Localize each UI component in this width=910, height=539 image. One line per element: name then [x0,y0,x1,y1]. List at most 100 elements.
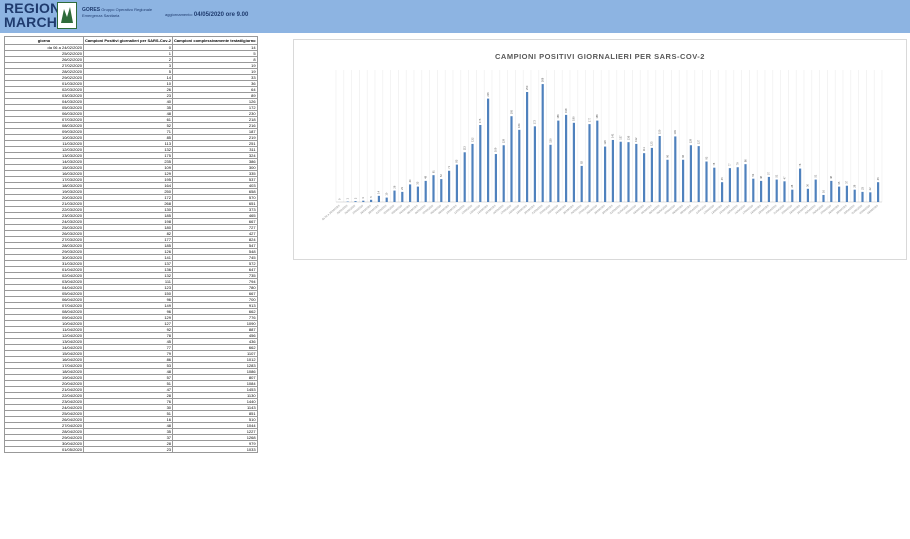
bar [658,136,661,202]
data-label: 45 [876,177,880,180]
data-label: 3 [361,197,365,199]
data-label: 113 [463,146,467,151]
bar [682,159,685,202]
data-label: 127 [697,139,701,144]
data-label: 51 [775,174,779,177]
bar [362,200,365,202]
bar [401,191,404,202]
bar [604,146,607,202]
data-table: giorno Campioni Positivi giornalieri per… [4,36,258,453]
data-label: 130 [548,138,552,143]
bar [767,176,770,202]
data-label: 177 [587,117,591,122]
bar [471,143,474,202]
bar [502,145,505,202]
bar [799,168,802,202]
bar [580,165,583,202]
bar [549,144,552,202]
bar [650,147,653,202]
cell-positivi: 23 [82,446,174,453]
bar [424,180,427,202]
data-label: 129 [502,138,506,143]
bar [806,188,809,202]
data-label: 22 [868,187,872,190]
bar [619,141,622,202]
data-label: 51 [814,174,818,177]
bar [783,181,786,202]
data-label: 149 [673,130,677,135]
col-header-giorno: giorno [4,36,84,45]
data-label: 123 [650,141,654,146]
bar [611,139,614,202]
chart-container: CAMPIONI POSITIVI GIORNALIERI PER SARS-C… [293,39,907,260]
bar [643,153,646,202]
data-label: 164 [517,123,521,128]
data-label: 61 [431,170,435,173]
data-label: 37 [845,180,849,183]
bar [728,168,731,202]
bar [565,114,568,202]
data-label: 185 [556,114,560,119]
bar [588,124,591,202]
bar [814,179,817,202]
bar [440,179,443,202]
data-label: 0 [338,198,342,200]
bar [596,120,599,202]
data-label: 14 [377,190,381,193]
bar [674,136,677,202]
bar [494,154,497,202]
bar [853,189,856,202]
data-label: 48 [759,175,763,178]
bar [455,164,458,202]
data-label: 45 [720,177,724,180]
data-label: 78 [712,162,716,165]
data-label: 198 [564,108,568,113]
bar [697,146,700,202]
update-info: aggiornamento: 04/05/2020 ore 9.00 [165,12,248,18]
bar [775,179,778,202]
cell-giorno: 01/05/2020 [4,446,84,453]
bar [877,182,880,202]
bar [541,84,544,202]
data-label: 137 [619,135,623,140]
data-label: 132 [470,137,474,142]
data-label: 86 [743,159,747,162]
bar [838,186,841,202]
data-label: 53 [751,173,755,176]
bar [533,126,536,202]
data-label: 132 [634,137,638,142]
bar [370,199,373,202]
data-label: 26 [392,185,396,188]
data-label: 23 [860,186,864,189]
data-label: 141 [611,133,615,138]
data-label: 85 [455,159,459,162]
data-label: 96 [665,154,669,157]
bar [432,175,435,202]
data-label: 235 [486,92,490,97]
bar [744,164,747,202]
data-label: 136 [626,135,630,140]
data-label: 111 [642,147,646,151]
data-label: 92 [704,156,708,159]
data-label: 16 [821,190,825,193]
data-label: 1 [346,198,350,200]
bar [830,180,833,202]
data-label: 23 [400,186,404,189]
org-info: GORES Gruppo Operativo Regionale Emergen… [82,7,152,18]
data-label: 30 [806,183,810,186]
org-desc-1: Gruppo Operativo Regionale [101,7,153,12]
data-label: 126 [603,140,607,145]
bar [627,142,630,202]
data-label: 28 [790,184,794,187]
bar [409,184,412,202]
chart-title: CAMPIONI POSITIVI GIORNALIERI PER SARS-C… [495,52,705,61]
update-value: 04/05/2020 ore 9.00 [193,12,249,18]
bar [448,170,451,202]
data-label: 10 [385,192,389,195]
bar [736,167,739,202]
bar [354,201,357,202]
data-label: 57 [767,171,771,174]
bar [377,195,380,202]
data-label: 5 [369,196,373,198]
data-label: 268 [541,77,545,82]
